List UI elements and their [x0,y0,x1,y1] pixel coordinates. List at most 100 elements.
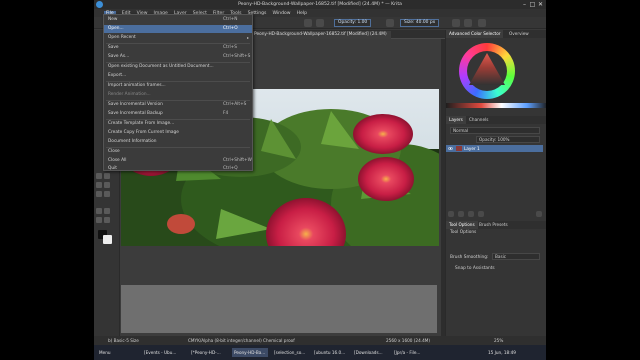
tab-advanced-color-selector[interactable]: Advanced Color Selector [446,30,504,38]
krita-app-icon [96,1,103,8]
mirror-horizontal-icon[interactable] [452,19,460,27]
color-history-strip[interactable] [446,103,546,108]
menu-window[interactable]: Window [272,11,290,16]
menu-item-shortcut: Ctrl+Shift+W [223,158,252,163]
tab-brush-presets[interactable]: Brush Presets [476,221,511,229]
menu-item-label: Document Information [108,139,157,144]
pan-tool-icon[interactable] [104,217,110,223]
taskbar-task-events[interactable]: [Events - Ubu... [142,348,176,357]
menu-item-close[interactable]: Close [104,148,252,156]
menu-item-label: Save Incremental Version [108,102,163,107]
title-bar[interactable]: Peony-HD-Background-Wallpaper-16852.tif … [94,0,546,9]
eye-icon[interactable] [448,146,453,151]
menu-item-save[interactable]: Save Ctrl+S [104,44,252,52]
menu-item-create-template[interactable]: Create Template From Image... [104,120,252,128]
menu-item-shortcut: F4 [223,111,229,116]
right-docker-panel: Advanced Color Selector Overview Layers … [445,30,546,345]
fill-tool-icon[interactable] [104,182,110,188]
menu-item-label: Quit [108,166,117,171]
erase-mode-icon[interactable] [304,19,312,27]
menu-item-label: Close All [108,158,127,163]
select-rect-tool-icon[interactable] [96,208,102,214]
document-tab[interactable]: Peony-HD-Background-Wallpaper-16852.tif … [250,31,391,39]
status-color-profile: CMYK/Alpha (8-bit integer/channel) Chemi… [188,338,295,343]
menu-item-close-all[interactable]: Close All Ctrl+Shift+W [104,157,252,165]
transform-tool-icon[interactable] [104,173,110,179]
menu-item-label: Open Recent [108,35,136,40]
menu-item-quit[interactable]: Quit Ctrl+Q [104,165,252,173]
picker-tool-icon[interactable] [104,191,110,197]
status-dimensions: 2560 x 1600 (24.4M) [386,338,430,343]
menu-item-save-incremental-backup[interactable]: Save Incremental Backup F4 [104,110,252,118]
menu-help[interactable]: Help [297,11,307,16]
taskbar: Menu [Events - Ubu... [*Peony-HD-... Peo… [94,345,546,360]
status-bar: b) Basic-5 Size CMYK/Alpha (8-bit intege… [94,336,546,345]
menu-item-label: Close [108,149,120,154]
tool-docker-tabs: Tool Options Brush Presets [446,221,546,229]
layer-docker-tabs: Layers Channels [446,116,546,124]
menu-item-shortcut: Ctrl+O [223,26,238,31]
taskbar-task-ubuntu[interactable]: [ubuntu 16.0... [312,348,348,357]
menu-item-open-as-untitled[interactable]: Open existing Document as Untitled Docum… [104,63,252,71]
select-ellipse-tool-icon[interactable] [104,208,110,214]
status-zoom[interactable]: 25% [494,336,503,345]
menu-item-save-incremental-version[interactable]: Save Incremental Version Ctrl+Alt+S [104,101,252,109]
taskbar-task-files[interactable]: [Jpr/a - File... [392,348,428,357]
menu-item-import-animation[interactable]: Import animation frames... [104,82,252,90]
layer-opacity-slider[interactable]: Opacity: 100% [476,136,540,143]
submenu-arrow-icon: ▸ [247,35,250,40]
menu-item-document-information[interactable]: Document Information [104,138,252,146]
brush-smoothing-label: Brush Smoothing: [450,255,489,260]
canvas-empty-region [121,285,437,333]
lock-icon[interactable] [386,19,394,27]
taskbar-clock[interactable]: 15 Jun, 18:49 [488,348,516,357]
opacity-slider[interactable]: Opacity: 1.00 [334,19,372,27]
menu-item-create-copy[interactable]: Create Copy From Current Image [104,129,252,137]
maximize-icon[interactable]: □ [529,1,536,8]
menu-item-shortcut: Ctrl+Alt+S [223,102,247,107]
tab-channels[interactable]: Channels [466,116,491,124]
zoom-tool-icon[interactable] [96,217,102,223]
minimize-icon[interactable]: – [521,1,528,8]
wrap-around-icon[interactable] [478,19,486,27]
layer-row[interactable]: Layer 1 [446,145,543,152]
move-layer-down-icon[interactable] [478,211,484,217]
move-tool-icon[interactable] [96,173,102,179]
brush-tool-icon[interactable] [96,182,102,188]
taskbar-task-krita[interactable]: Peony-HD-Ba... [232,348,268,357]
screen: Peony-HD-Background-Wallpaper-16852.tif … [0,0,640,360]
color-docker-tabs: Advanced Color Selector Overview [446,30,546,38]
menu-item-open-recent[interactable]: Open Recent ▸ [104,34,252,42]
delete-layer-icon[interactable] [536,211,542,217]
menu-item-save-as[interactable]: Save As... Ctrl+Shift+S [104,53,252,61]
tab-layers[interactable]: Layers [446,116,466,124]
menu-item-label: Import animation frames... [108,83,166,88]
size-slider[interactable]: Size: 40.00 px [400,19,440,27]
gradient-tool-icon[interactable] [96,191,102,197]
menu-item-export[interactable]: Export... [104,72,252,80]
menu-item-label: New [108,17,118,22]
close-icon[interactable]: ✕ [537,1,544,8]
taskbar-task-downloads[interactable]: [Downloads... [352,348,388,357]
taskbar-task-peony-tif[interactable]: [*Peony-HD-... [189,348,225,357]
background-color-swatch[interactable] [103,235,112,244]
add-layer-icon[interactable] [448,211,454,217]
tab-overview[interactable]: Overview [506,30,532,38]
tab-tool-options[interactable]: Tool Options [446,221,478,229]
reset-icon[interactable] [316,19,324,27]
move-layer-up-icon[interactable] [468,211,474,217]
tool-options-title: Tool Options [450,230,477,235]
taskbar-menu[interactable]: Menu [97,348,119,357]
color-wheel[interactable] [459,43,515,99]
menu-item-open[interactable]: Open... Ctrl+O [104,25,252,33]
menu-item-new[interactable]: New Ctrl+N [104,16,252,24]
snap-to-assistants-checkbox[interactable]: Snap to Assistants [455,266,495,271]
duplicate-layer-icon[interactable] [458,211,464,217]
brush-smoothing-select[interactable]: Basic [492,253,540,260]
taskbar-task-selection[interactable]: [selection_so... [272,348,308,357]
menu-item-render-animation: Render Animation... [104,91,252,99]
blend-mode-select[interactable]: Normal [450,127,540,134]
menu-item-label: Save Incremental Backup [108,111,163,116]
mirror-vertical-icon[interactable] [464,19,472,27]
menu-item-shortcut: Ctrl+Shift+S [223,54,251,59]
